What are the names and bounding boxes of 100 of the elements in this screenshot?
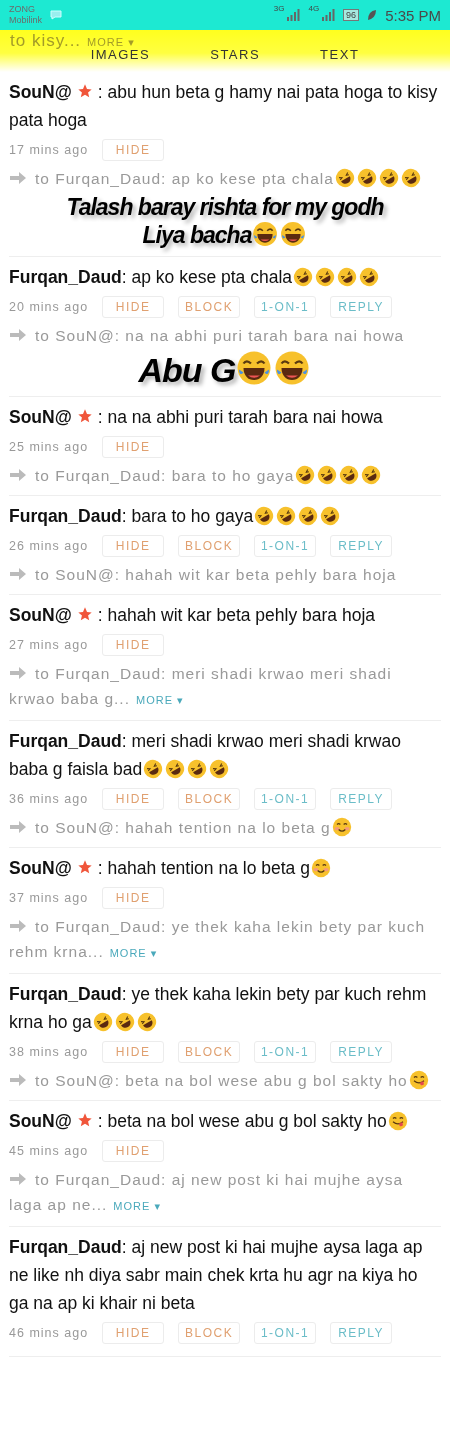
block-button[interactable]: BLOCK — [178, 1322, 241, 1344]
hide-button[interactable]: HIDE — [102, 296, 165, 318]
chat-message: SouN@ : hahah tention na lo beta g — [9, 854, 441, 882]
reply-button[interactable]: REPLY — [330, 1041, 393, 1063]
timestamp: 25 mins ago — [9, 439, 89, 456]
more-link[interactable]: MORE ▾ — [136, 694, 184, 706]
chat-message: SouN@ : na na abhi puri tarah bara nai howa — [9, 406, 384, 429]
laughing-face-icon — [298, 506, 319, 526]
reply-text: to Furqan_Daud: bara to ho gaya — [9, 463, 441, 488]
arrow-icon — [9, 820, 27, 834]
network-type: 4G — [308, 4, 320, 13]
signal-icon — [286, 9, 301, 21]
reply-button[interactable]: REPLY — [330, 1322, 393, 1344]
laughing-face-icon — [280, 221, 307, 247]
chat-message: Furqan_Daud: meri shadi krwao meri shadi krwao baba g faisla bad — [9, 730, 402, 781]
private-chat-button[interactable]: 1-ON-1 — [254, 535, 317, 557]
arrow-icon — [9, 666, 27, 680]
block-button[interactable]: BLOCK — [178, 788, 241, 810]
reply-button[interactable]: REPLY — [330, 535, 393, 557]
laughing-face-icon — [165, 759, 186, 779]
timestamp: 26 mins ago — [9, 538, 89, 555]
arrow-icon — [9, 919, 27, 933]
reply-text: to Furqan_Daud: ap ko kese pta chala — [9, 166, 441, 191]
timestamp: 17 mins ago — [9, 142, 89, 159]
reply-button[interactable]: REPLY — [330, 296, 393, 318]
arrow-icon — [9, 1172, 27, 1186]
private-chat-button[interactable]: 1-ON-1 — [254, 788, 317, 810]
leaf-icon — [367, 9, 378, 21]
carrier-name: ZONG — [9, 4, 36, 15]
hide-button[interactable]: HIDE — [102, 1140, 165, 1162]
laughing-face-icon — [295, 465, 316, 485]
tab[interactable]: STARS — [210, 47, 261, 68]
laughing-face-icon — [400, 168, 421, 188]
hide-button[interactable]: HIDE — [102, 1041, 165, 1063]
chat-message: Furqan_Daud: ap ko kese pta chala — [9, 263, 441, 291]
laughing-face-icon — [136, 1012, 157, 1032]
tab[interactable]: IMAGES — [90, 47, 151, 68]
timestamp: 27 mins ago — [9, 637, 89, 654]
smiling-face-icon — [331, 817, 352, 837]
hide-button[interactable]: HIDE — [102, 535, 165, 557]
laughing-face-icon — [339, 465, 360, 485]
laughing-face-icon — [274, 350, 311, 386]
hide-button[interactable]: HIDE — [102, 436, 165, 458]
chat-message: Furqan_Daud: ye thek kaha lekin bety par kuch rehm krna ho ga — [9, 983, 428, 1034]
tab[interactable]: TEXT — [320, 47, 360, 68]
battery-level: 96 — [343, 9, 360, 21]
arrow-icon — [9, 171, 27, 185]
tongue-face-icon — [408, 1070, 429, 1090]
reply-text: to Furqan_Daud: aj new post ki hai mujhe aysa laga ap ne... MORE ▾ — [9, 1170, 405, 1215]
laughing-face-icon — [334, 168, 355, 188]
block-button[interactable]: BLOCK — [178, 535, 241, 557]
hide-button[interactable]: HIDE — [102, 634, 165, 656]
laughing-face-icon — [378, 168, 399, 188]
sticker-caption: Abu G — [138, 351, 236, 389]
block-button[interactable]: BLOCK — [178, 1041, 241, 1063]
laughing-face-icon — [359, 267, 380, 287]
timestamp: 37 mins ago — [9, 890, 89, 907]
reply-text: to SouN@: hahah wit kar beta pehly bara hoja — [9, 562, 441, 587]
timestamp: 20 mins ago — [9, 299, 89, 316]
laughing-face-icon — [187, 759, 208, 779]
reply-text: to Furqan_Daud: ye thek kaha lekin bety par kuch rehm krna... MORE ▾ — [9, 917, 427, 962]
timestamp: 38 mins ago — [9, 1044, 89, 1061]
timestamp: 46 mins ago — [9, 1325, 89, 1342]
private-chat-button[interactable]: 1-ON-1 — [254, 296, 317, 318]
private-chat-button[interactable]: 1-ON-1 — [254, 1041, 317, 1063]
chat-message: SouN@ : hahah wit kar beta pehly bara hoja — [9, 604, 377, 627]
more-link[interactable]: MORE ▾ — [109, 947, 158, 959]
arrow-icon — [9, 468, 27, 482]
arrow-icon — [9, 1073, 27, 1087]
laughing-face-icon — [254, 506, 275, 526]
reply-text: to SouN@: na na abhi puri tarah bara nai howa — [9, 323, 441, 348]
private-chat-button[interactable]: 1-ON-1 — [254, 1322, 317, 1344]
hide-button[interactable]: HIDE — [102, 1322, 165, 1344]
timestamp: 36 mins ago — [9, 791, 89, 808]
laughing-face-icon — [114, 1012, 135, 1032]
clock-time: 5:35 PM — [385, 6, 441, 24]
more-link[interactable]: MORE ▾ — [113, 1200, 161, 1212]
reply-button[interactable]: REPLY — [330, 788, 393, 810]
laughing-face-icon — [337, 267, 358, 287]
network-type: 3G — [273, 4, 285, 13]
laughing-face-icon — [317, 465, 338, 485]
carrier-name: Mobilink — [9, 15, 42, 26]
arrow-icon — [9, 328, 27, 342]
laughing-face-icon — [143, 759, 164, 779]
hide-button[interactable]: HIDE — [102, 139, 165, 161]
laughing-face-icon — [320, 506, 341, 526]
chat-message: Furqan_Daud: bara to ho gaya — [9, 502, 441, 530]
tongue-face-icon — [387, 1111, 408, 1131]
hide-button[interactable]: HIDE — [102, 788, 165, 810]
laughing-face-icon — [315, 267, 336, 287]
sticker-caption: Liya bacha — [142, 222, 252, 248]
block-button[interactable]: BLOCK — [178, 296, 241, 318]
chat-bubble-icon — [50, 10, 62, 20]
signal-icon — [321, 9, 336, 21]
hide-button[interactable]: HIDE — [102, 887, 165, 909]
laughing-face-icon — [92, 1012, 113, 1032]
laughing-face-icon — [293, 267, 314, 287]
chat-message: SouN@ : beta na bol wese abu g bol sakty ho — [9, 1107, 441, 1135]
laughing-face-icon — [252, 221, 279, 247]
laughing-face-icon — [356, 168, 377, 188]
